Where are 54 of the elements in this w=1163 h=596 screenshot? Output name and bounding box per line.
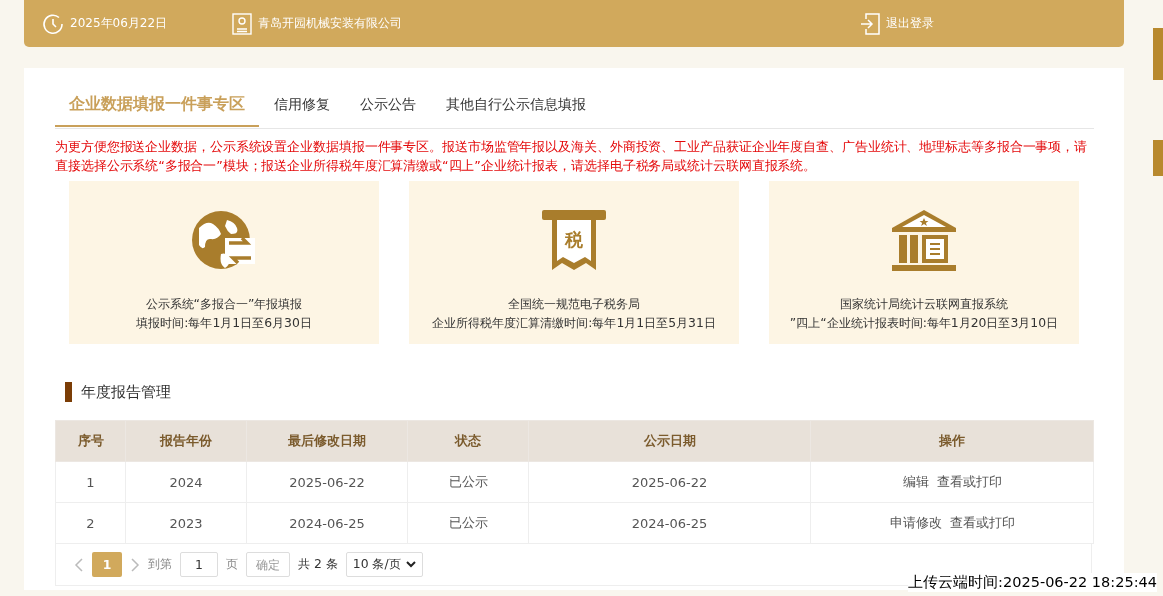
table-cell: 2023 bbox=[125, 502, 247, 544]
service-card[interactable]: 公示系统“多报合一”年报填报 填报时间:每年1月1日至6月30日 bbox=[69, 181, 379, 344]
column-header: 状态 bbox=[407, 420, 529, 462]
chevron-down-icon bbox=[405, 561, 416, 568]
table-cell: 2025-06-22 bbox=[528, 461, 811, 503]
table-cell: 2 bbox=[55, 502, 126, 544]
service-period: 填报时间:每年1月1日至6月30日 bbox=[136, 314, 312, 332]
table-cell: 已公示 bbox=[407, 461, 529, 503]
tab[interactable]: 公示公告 bbox=[345, 91, 431, 123]
page-size-select[interactable]: 10 条/页 bbox=[345, 552, 423, 577]
tax-label: 税 bbox=[565, 229, 583, 250]
column-header: 公示日期 bbox=[528, 420, 811, 462]
service-card[interactable]: 税 全国统一规范电子税务局 企业所得税年度汇算清缴时间:每年1月1日至5月31日 bbox=[409, 181, 739, 344]
action-link[interactable]: 申请修改 bbox=[889, 515, 942, 530]
next-page-icon[interactable] bbox=[130, 557, 140, 572]
table-cell: 2024 bbox=[125, 461, 247, 503]
logout-icon[interactable] bbox=[860, 12, 880, 35]
date-text: 2025年06月22日 bbox=[70, 15, 168, 32]
action-link[interactable]: 编辑 bbox=[902, 474, 929, 489]
section-marker bbox=[65, 382, 72, 402]
column-header: 序号 bbox=[55, 420, 126, 462]
prev-page-icon[interactable] bbox=[74, 557, 84, 572]
action-link[interactable]: 查看或打印 bbox=[936, 474, 1002, 489]
column-header: 最后修改日期 bbox=[246, 420, 408, 462]
service-period: 企业所得税年度汇算清缴时间:每年1月1日至5月31日 bbox=[432, 314, 716, 332]
notice-text: 为更方便您报送企业数据，公示系统设置企业数据填报一件事专区。报送市场监管年报以及海关、外商投资、工业产品获证企业年度自查、广告业统计、地理标志等多报合一事项，请直接选择公示系统“多报合一”模块；报送企业所得税年度汇算清缴或“四上”企业统计报表，请选择电子税务局或统计云联网直报系统。 bbox=[55, 138, 1088, 175]
section-title: 年度报告管理 bbox=[81, 382, 171, 402]
id-badge-icon bbox=[232, 12, 252, 35]
total-count: 共 2 条 bbox=[298, 556, 338, 573]
service-period: ”四上“企业统计报表时间:每年1月20日至3月10日 bbox=[789, 314, 1059, 332]
table-cell: 已公示 bbox=[407, 502, 529, 544]
page-input[interactable]: 1 bbox=[180, 552, 218, 577]
goto-label: 到第 bbox=[148, 556, 172, 573]
column-header: 报告年份 bbox=[125, 420, 247, 462]
service-title: 国家统计局统计云联网直报系统 bbox=[840, 295, 1008, 313]
side-tab[interactable] bbox=[1153, 140, 1163, 176]
tab[interactable]: 其他自行公示信息填报 bbox=[431, 91, 601, 123]
service-title: 公示系统“多报合一”年报填报 bbox=[145, 295, 303, 313]
bank-building-icon bbox=[891, 208, 957, 272]
action-link[interactable]: 查看或打印 bbox=[949, 515, 1015, 530]
page-label: 页 bbox=[226, 556, 238, 573]
side-tab[interactable] bbox=[1153, 28, 1163, 80]
service-title: 全国统一规范电子税务局 bbox=[508, 295, 640, 313]
clock-icon bbox=[42, 12, 64, 35]
tab[interactable]: 信用修复 bbox=[259, 91, 345, 123]
table-cell: 2024-06-25 bbox=[528, 502, 811, 544]
company-name: 青岛开园机械安装有限公司 bbox=[258, 15, 402, 32]
globe-arrows-icon bbox=[191, 208, 257, 272]
column-header: 操作 bbox=[810, 420, 1094, 462]
service-card[interactable]: 国家统计局统计云联网直报系统 ”四上“企业统计报表时间:每年1月20日至3月10日 bbox=[769, 181, 1079, 344]
table-cell: 2024-06-25 bbox=[246, 502, 408, 544]
table-cell: 1 bbox=[55, 461, 126, 503]
table-cell: 2025-06-22 bbox=[246, 461, 408, 503]
upload-time-text: 上传云端时间:2025-06-22 18:25:44 bbox=[908, 574, 1157, 590]
